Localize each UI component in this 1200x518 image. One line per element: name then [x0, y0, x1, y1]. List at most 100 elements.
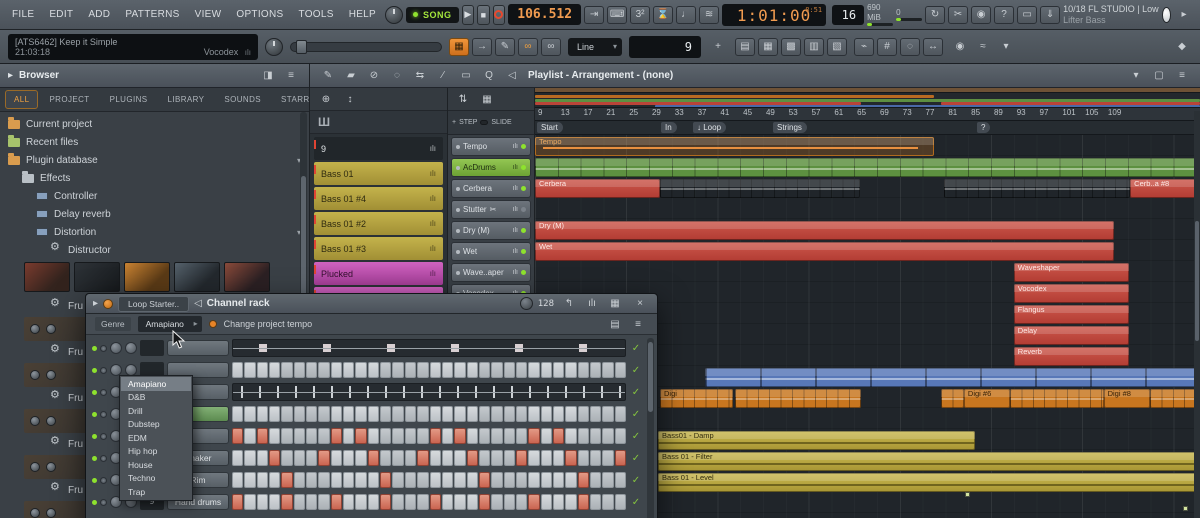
menu-item[interactable]: D&B [121, 391, 191, 405]
menu-item[interactable]: PATTERNS [119, 9, 185, 20]
pattern-item[interactable]: Plucked ılı [314, 262, 443, 285]
step-button[interactable] [355, 472, 366, 488]
collapse-icon[interactable]: ▸ [8, 70, 13, 81]
typing-keyboard-icon[interactable]: ⌨ [607, 6, 627, 24]
step-button[interactable] [615, 428, 626, 444]
step-button[interactable] [232, 450, 243, 466]
step-button[interactable] [454, 472, 465, 488]
channel-led[interactable] [92, 390, 97, 395]
play-button[interactable]: ▶ [462, 5, 475, 25]
punch-in-icon[interactable]: ⇥ [584, 6, 604, 24]
step-button[interactable] [479, 428, 490, 444]
step-button[interactable] [590, 428, 601, 444]
step-button[interactable] [269, 450, 280, 466]
help-icon[interactable]: ? [994, 6, 1014, 24]
pattern-item[interactable]: 9 ılı [314, 137, 443, 160]
track-led[interactable] [521, 249, 526, 254]
scissors-icon[interactable]: ✂ [948, 6, 968, 24]
step-button[interactable] [294, 450, 305, 466]
browser-tab[interactable]: LIBRARY [159, 90, 214, 109]
step-button[interactable] [491, 362, 502, 378]
swing-knob[interactable] [520, 297, 533, 310]
menu-item[interactable]: FILE [6, 9, 40, 20]
plugin-thumbnail[interactable] [174, 262, 220, 292]
nav-icon[interactable]: ▸ [1174, 6, 1194, 24]
step-button[interactable] [405, 428, 416, 444]
step-button[interactable] [294, 406, 305, 422]
step-button[interactable] [491, 406, 502, 422]
step-button[interactable] [479, 494, 490, 510]
step-button[interactable] [565, 406, 576, 422]
step-button[interactable] [355, 428, 366, 444]
step-button[interactable] [430, 406, 441, 422]
step-button[interactable] [343, 362, 354, 378]
mute-dot[interactable] [100, 455, 107, 462]
swing-value[interactable]: 128 [538, 299, 554, 309]
step-button[interactable] [294, 472, 305, 488]
menu-item[interactable]: HELP [343, 9, 382, 20]
playlist-clip[interactable]: Digi #6 [964, 389, 1011, 408]
step-button[interactable] [578, 362, 589, 378]
star-icon[interactable]: ◆ [1172, 38, 1192, 56]
step-button[interactable] [392, 362, 403, 378]
step-button[interactable] [331, 406, 342, 422]
step-button[interactable] [454, 406, 465, 422]
track-led[interactable] [521, 207, 526, 212]
split-view-icon[interactable]: ◨ [258, 67, 278, 85]
channel-rack-icon[interactable]: ▩ [781, 38, 801, 56]
playlist-clip[interactable]: Reverb [1014, 347, 1129, 366]
step-button[interactable] [578, 472, 589, 488]
value-display[interactable]: 9 [629, 36, 701, 58]
channel-led[interactable] [92, 412, 97, 417]
step-button[interactable] [553, 362, 564, 378]
playlist-clip[interactable]: Dry (M) [535, 221, 1114, 240]
zoom-tool-icon[interactable]: Q [479, 67, 499, 85]
rack-grid-icon[interactable]: ▦ [605, 295, 625, 313]
step-button[interactable] [516, 362, 527, 378]
scrollbar-thumb[interactable] [648, 342, 653, 412]
channel-rack-focus-icon[interactable]: ▦ [449, 38, 469, 56]
step-button[interactable] [405, 450, 416, 466]
tempo-display[interactable]: 106.512 [508, 4, 581, 25]
step-button[interactable] [454, 428, 465, 444]
select-tool-icon[interactable]: ▭ [456, 67, 476, 85]
step-button[interactable] [355, 406, 366, 422]
step-button[interactable] [442, 494, 453, 510]
change-tempo-option[interactable] [209, 320, 217, 328]
channel-check-icon[interactable] [629, 431, 643, 442]
step-button[interactable] [528, 450, 539, 466]
playlist-clip[interactable]: Delay [1014, 326, 1129, 345]
step-button[interactable] [541, 450, 552, 466]
step-button[interactable] [467, 450, 478, 466]
step-button[interactable] [479, 406, 490, 422]
step-button[interactable] [368, 406, 379, 422]
browser-toggle-icon[interactable]: ▧ [827, 38, 847, 56]
wait-for-input-icon[interactable]: ⌛ [653, 6, 673, 24]
playlist-clip[interactable]: Wet [535, 242, 1114, 261]
track-led[interactable] [521, 270, 526, 275]
step-button[interactable] [269, 428, 280, 444]
browser-tab[interactable]: PROJECT [40, 90, 98, 109]
channel-check-icon[interactable] [629, 497, 643, 508]
step-button[interactable] [417, 406, 428, 422]
keyboard-view-icon[interactable]: ▤ [605, 315, 625, 333]
step-button[interactable] [244, 472, 255, 488]
mute-dot[interactable] [100, 411, 107, 418]
step-button[interactable] [281, 450, 292, 466]
step-button[interactable] [281, 406, 292, 422]
link-icon[interactable]: ∞ [518, 38, 538, 56]
add-icon[interactable]: + [452, 119, 456, 126]
step-button[interactable] [232, 472, 243, 488]
menu-item[interactable]: Hip hop [121, 445, 191, 459]
step-button[interactable] [578, 428, 589, 444]
step-button[interactable] [318, 472, 329, 488]
scrollbar-thumb[interactable] [1195, 221, 1199, 341]
delete-tool-icon[interactable]: ⊘ [364, 67, 384, 85]
step-button[interactable] [318, 406, 329, 422]
channel-led[interactable] [92, 478, 97, 483]
step-button[interactable] [467, 362, 478, 378]
step-button[interactable] [392, 494, 403, 510]
step-button[interactable] [590, 472, 601, 488]
step-button[interactable] [380, 450, 391, 466]
step-button[interactable] [306, 362, 317, 378]
